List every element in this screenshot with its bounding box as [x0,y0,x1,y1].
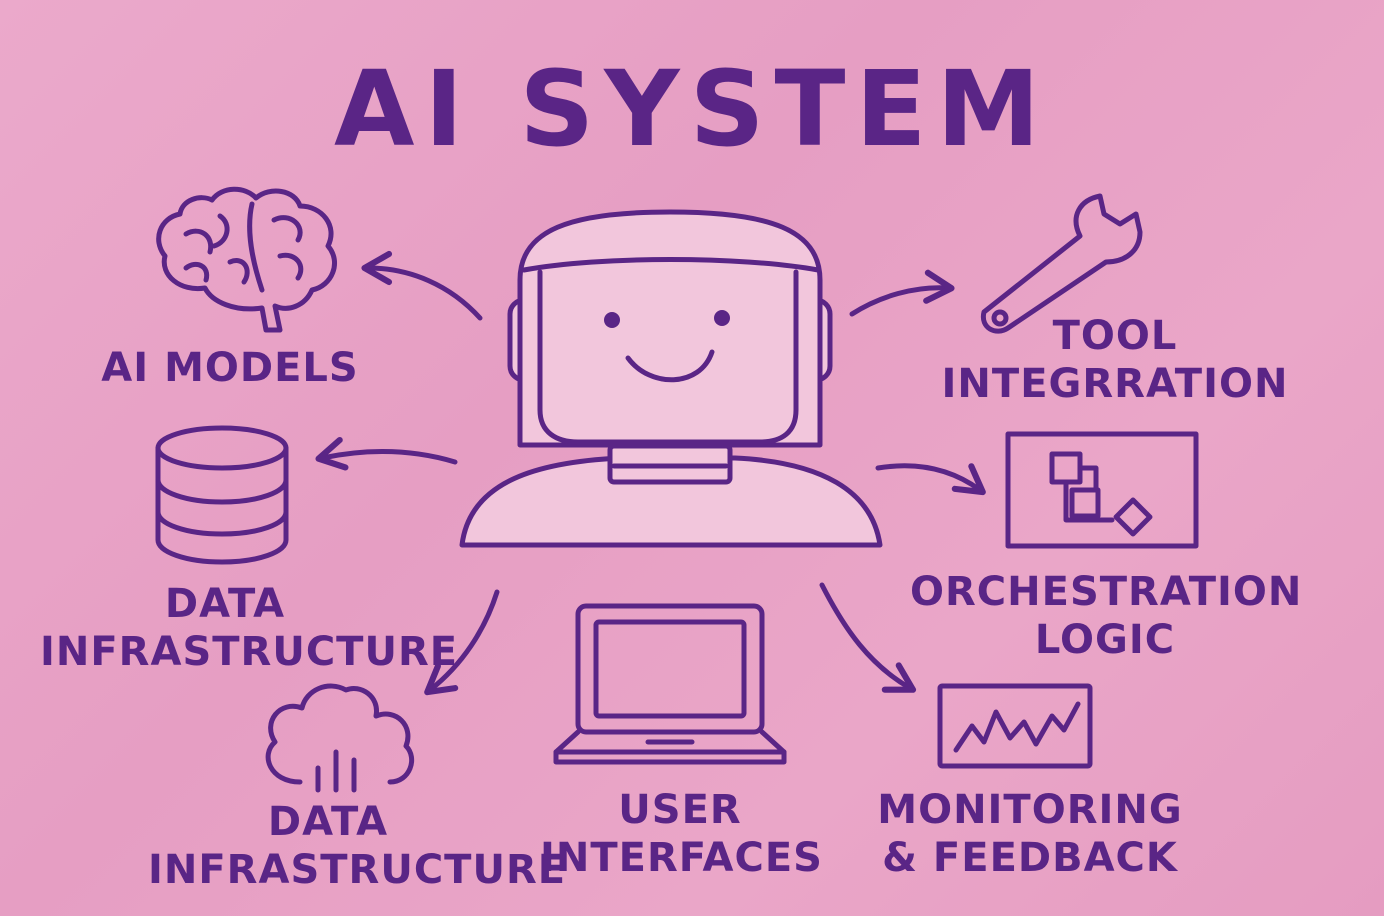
arrow-to-tool-integration [849,269,955,317]
cloud-icon [265,683,414,793]
label-orchestration-logic: ORCHESTRATION LOGIC [910,568,1303,664]
label-line: INTERFACES [540,835,823,881]
label-line: USER [618,787,742,833]
label-line: TOOL [1052,313,1178,359]
label-line: INTEGRRATION [941,361,1289,407]
robot-icon [459,209,883,548]
label-user-interfaces: USER INTERFACES [540,786,823,882]
arrow-to-monitoring [819,582,917,693]
label-data-infrastructure: DATA INFRASTRUCTURE [40,580,459,676]
flowchart-icon [1005,431,1199,549]
laptop-icon [553,603,787,765]
diagram-canvas: AI SYSTEM AI MODELS DATA INFRASTRUCTURE … [0,0,1384,916]
wrench-icon [980,193,1143,334]
label-line: LOGIC [1034,617,1176,663]
label-data-infrastructure-cloud: DATA INFRASTRUCTURE [148,798,567,894]
label-line: & FEEDBACK [882,835,1178,881]
label-line: DATA [164,581,286,627]
arrow-to-ai-models [361,250,483,321]
label-line: MONITORING [877,787,1183,833]
label-line: DATA [267,799,389,845]
monitor-chart-icon [937,683,1093,769]
arrow-to-orchestration [875,463,986,496]
arrow-to-data-infrastructure [315,436,458,471]
label-line: AI MODELS [101,345,359,391]
label-monitoring-feedback: MONITORING & FEEDBACK [870,786,1190,882]
brain-icon [156,186,338,333]
label-tool-integration: TOOL INTEGRRATION [930,312,1300,408]
label-line: ORCHESTRATION [910,569,1303,615]
label-line: INFRASTRUCTURE [148,847,567,893]
database-icon [155,425,289,565]
label-ai-models: AI MODELS [100,344,360,392]
label-line: INFRASTRUCTURE [40,629,459,675]
page-title: AI SYSTEM [334,48,1050,170]
